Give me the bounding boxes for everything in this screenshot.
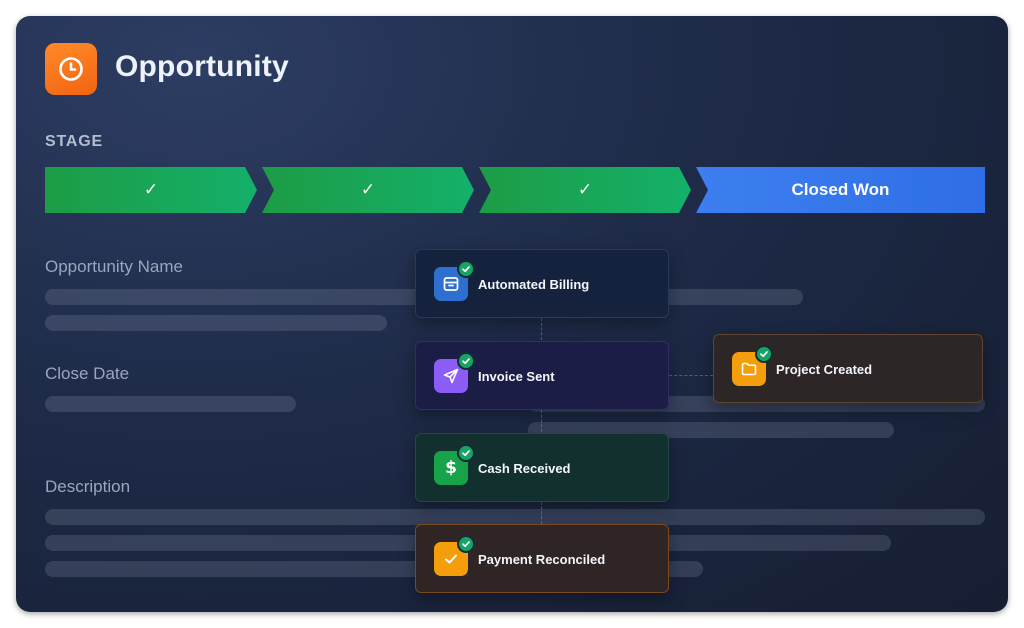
page-title: Opportunity xyxy=(115,50,289,83)
connector-line xyxy=(669,375,713,376)
stage-step-3-check: ✓ xyxy=(577,180,593,199)
placeholder-line xyxy=(45,396,296,412)
workflow-step-project-created[interactable]: Project Created xyxy=(713,334,983,403)
opportunity-card: Opportunity STAGE ✓ ✓ ✓ Closed Won Oppor… xyxy=(16,16,1008,612)
stage-step-1-check: ✓ xyxy=(143,180,159,199)
stage-step-3[interactable]: ✓ xyxy=(479,167,691,213)
check-icon xyxy=(755,345,773,363)
workflow-step-label: Payment Reconciled xyxy=(478,551,606,567)
stage-step-closed-won-label: Closed Won xyxy=(791,180,890,199)
workflow-step-cash-received[interactable]: $ Cash Received xyxy=(415,433,669,502)
stage-step-closed-won[interactable]: Closed Won xyxy=(696,167,985,213)
connector-line xyxy=(541,410,542,432)
stage-step-2[interactable]: ✓ xyxy=(262,167,474,213)
check-icon xyxy=(457,535,475,553)
stage-step-1[interactable]: ✓ xyxy=(45,167,257,213)
close-date-label: Close Date xyxy=(45,364,130,383)
description-label: Description xyxy=(45,477,131,496)
check-icon xyxy=(457,444,475,462)
placeholder-line xyxy=(45,315,387,331)
connector-line xyxy=(541,318,542,340)
check-icon xyxy=(457,260,475,278)
stage-progress: ✓ ✓ ✓ Closed Won xyxy=(45,167,985,213)
workflow-step-automated-billing[interactable]: Automated Billing xyxy=(415,249,669,318)
workflow-step-label: Automated Billing xyxy=(478,276,590,292)
workflow-step-label: Project Created xyxy=(776,361,873,377)
workflow-step-label: Cash Received xyxy=(478,460,571,476)
connector-line xyxy=(541,502,542,524)
opportunity-name-label: Opportunity Name xyxy=(45,257,183,276)
stage-label: STAGE xyxy=(45,133,103,150)
clock-icon xyxy=(45,43,97,95)
placeholder-line xyxy=(45,509,985,525)
workflow-step-invoice-sent[interactable]: Invoice Sent xyxy=(415,341,669,410)
check-icon xyxy=(457,352,475,370)
workflow-step-label: Invoice Sent xyxy=(478,368,555,384)
workflow-step-payment-reconciled[interactable]: Payment Reconciled xyxy=(415,524,669,593)
stage-step-2-check: ✓ xyxy=(360,180,376,199)
